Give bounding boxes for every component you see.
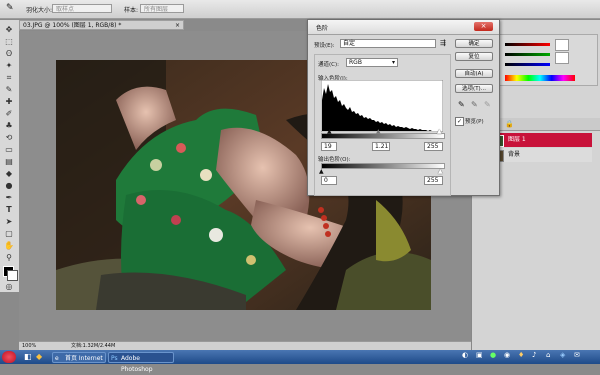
chevron-down-icon: ▾ <box>391 59 395 66</box>
channel-value: RGB <box>349 59 362 66</box>
input-gamma-field[interactable]: 1.21 <box>372 142 390 151</box>
background-color-swatch[interactable] <box>7 270 18 281</box>
start-button[interactable] <box>2 351 16 363</box>
lock-icon[interactable]: 🔒 <box>505 120 514 128</box>
document-info[interactable]: 文档:1.32M/2.44M <box>71 342 115 350</box>
input-white-handle[interactable]: ▲ <box>437 128 442 135</box>
dodge-tool-icon[interactable]: ● <box>3 180 15 191</box>
tray-icon[interactable]: ▣ <box>476 351 483 359</box>
preset-label: 预设(E): <box>314 43 335 49</box>
taskbar-item-ie[interactable]: e 首页 Internet <box>52 352 106 363</box>
tray-icon[interactable]: ◈ <box>560 351 565 359</box>
status-bar: 100% 文档:1.32M/2.44M <box>19 341 471 350</box>
shape-tool-icon[interactable]: ▢ <box>3 228 15 239</box>
tray-icon[interactable]: ◐ <box>462 351 468 359</box>
healing-tool-icon[interactable]: ✚ <box>3 96 15 107</box>
auto-button[interactable]: 自动(A) <box>455 69 493 78</box>
output-white-field[interactable]: 255 <box>424 176 443 185</box>
preset-select[interactable]: 自定 <box>340 39 436 48</box>
white-point-eyedropper-icon[interactable]: ✎ <box>484 100 491 109</box>
tray-icon[interactable]: ♪ <box>532 351 536 359</box>
ok-button[interactable]: 确定 <box>455 39 493 48</box>
levels-dialog: 色阶 × 预设(E): 自定 ⇶ 通道(C): RGB ▾ 输入色阶(I): ▲… <box>307 19 500 196</box>
output-black-field[interactable]: 0 <box>321 176 337 185</box>
input-gamma-handle[interactable]: ▲ <box>376 128 381 135</box>
taskbar-item-label: 首页 Internet <box>65 355 103 362</box>
quicklaunch-icon[interactable]: ◧ <box>24 352 32 361</box>
input-black-handle[interactable]: ▲ <box>327 128 332 135</box>
sample-layers-select[interactable]: 所有图层 <box>140 4 184 13</box>
quick-select-tool-icon[interactable]: ✦ <box>3 60 15 71</box>
crop-tool-icon[interactable]: ⌗ <box>3 72 15 83</box>
channel-label: 通道(C): <box>318 62 339 68</box>
photoshop-icon: Ps <box>111 355 118 362</box>
black-point-eyedropper-icon[interactable]: ✎ <box>458 100 465 109</box>
green-slider[interactable] <box>505 53 550 56</box>
input-black-field[interactable]: 19 <box>321 142 337 151</box>
type-tool-icon[interactable]: T <box>3 204 15 215</box>
close-tab-icon[interactable]: × <box>175 21 180 31</box>
hand-tool-icon[interactable]: ✋ <box>3 240 15 251</box>
red-slider[interactable] <box>505 43 550 46</box>
blue-slider[interactable] <box>505 63 550 66</box>
color-value-box[interactable] <box>555 39 569 51</box>
taskbar-item-photoshop[interactable]: Ps Adobe Photoshop <box>108 352 174 373</box>
eraser-tool-icon[interactable]: ▭ <box>3 144 15 155</box>
sample-label: 样本: <box>124 7 139 14</box>
zoom-tool-icon[interactable]: ⚲ <box>3 252 15 263</box>
lasso-tool-icon[interactable]: ʘ <box>3 48 15 59</box>
reset-button[interactable]: 复位 <box>455 52 493 61</box>
sample-size-select[interactable]: 取样点 <box>52 4 112 13</box>
input-levels-slider-track[interactable] <box>321 133 445 139</box>
options-button[interactable]: 选项(T)... <box>455 84 493 93</box>
dialog-title: 色阶 <box>316 25 329 32</box>
preview-label: 预览(P) <box>465 119 484 125</box>
eyedropper-tool-icon[interactable]: ✎ <box>6 3 14 13</box>
channel-select[interactable]: RGB ▾ <box>346 58 398 67</box>
output-black-handle[interactable]: ▲ <box>319 168 324 175</box>
output-levels-slider-track[interactable] <box>321 163 445 169</box>
gradient-tool-icon[interactable]: ▤ <box>3 156 15 167</box>
blur-tool-icon[interactable]: ◆ <box>3 168 15 179</box>
tray-icon[interactable]: ● <box>490 351 496 359</box>
history-brush-tool-icon[interactable]: ⟲ <box>3 132 15 143</box>
clone-tool-icon[interactable]: ♣ <box>3 120 15 131</box>
document-tab-title: 03.JPG @ 100% (图层 1, RGB/8) * <box>23 22 122 29</box>
options-bar: ✎ 羽化大小: 取样点 样本: 所有图层 <box>0 0 600 19</box>
ie-icon: e <box>55 355 59 362</box>
output-levels-label: 输出色阶(O): <box>318 157 351 163</box>
pen-tool-icon[interactable]: ✒ <box>3 192 15 203</box>
tray-icon[interactable]: ✉ <box>574 351 580 359</box>
zoom-level[interactable]: 100% <box>22 342 36 350</box>
preview-checkbox[interactable]: ✓ <box>455 117 464 126</box>
feather-label: 羽化大小: <box>26 7 53 14</box>
layer-name[interactable]: 图层 1 <box>508 133 526 147</box>
tray-icon[interactable]: ◉ <box>504 351 510 359</box>
taskbar-item-label: Adobe Photoshop <box>121 355 153 373</box>
gray-point-eyedropper-icon[interactable]: ✎ <box>471 100 478 109</box>
eyedropper-tool-icon[interactable]: ✎ <box>3 84 15 95</box>
output-white-handle[interactable]: ▲ <box>438 168 443 175</box>
marquee-tool-icon[interactable]: ⬚ <box>3 36 15 47</box>
color-value-box[interactable] <box>555 52 569 64</box>
document-tab[interactable]: 03.JPG @ 100% (图层 1, RGB/8) * × <box>19 20 184 30</box>
input-white-field[interactable]: 255 <box>424 142 443 151</box>
tray-icon[interactable]: ⌂ <box>546 351 550 359</box>
color-panel <box>496 34 598 86</box>
brush-tool-icon[interactable]: ✐ <box>3 108 15 119</box>
dialog-titlebar[interactable]: 色阶 × <box>308 20 499 35</box>
histogram <box>321 80 443 132</box>
quick-mask-icon[interactable]: ◎ <box>3 281 15 292</box>
quicklaunch-icon[interactable]: ◆ <box>36 352 42 361</box>
path-select-tool-icon[interactable]: ➤ <box>3 216 15 227</box>
close-dialog-button[interactable]: × <box>474 22 493 31</box>
tray-icon[interactable]: ♦ <box>518 351 524 359</box>
layer-name[interactable]: 背景 <box>508 148 520 162</box>
system-tray: ◐ ▣ ● ◉ ♦ ♪ ⌂ ◈ ✉ <box>462 351 598 363</box>
move-tool-icon[interactable]: ✥ <box>3 24 15 35</box>
color-spectrum-bar[interactable] <box>505 75 575 81</box>
preset-menu-icon[interactable]: ⇶ <box>440 39 446 47</box>
